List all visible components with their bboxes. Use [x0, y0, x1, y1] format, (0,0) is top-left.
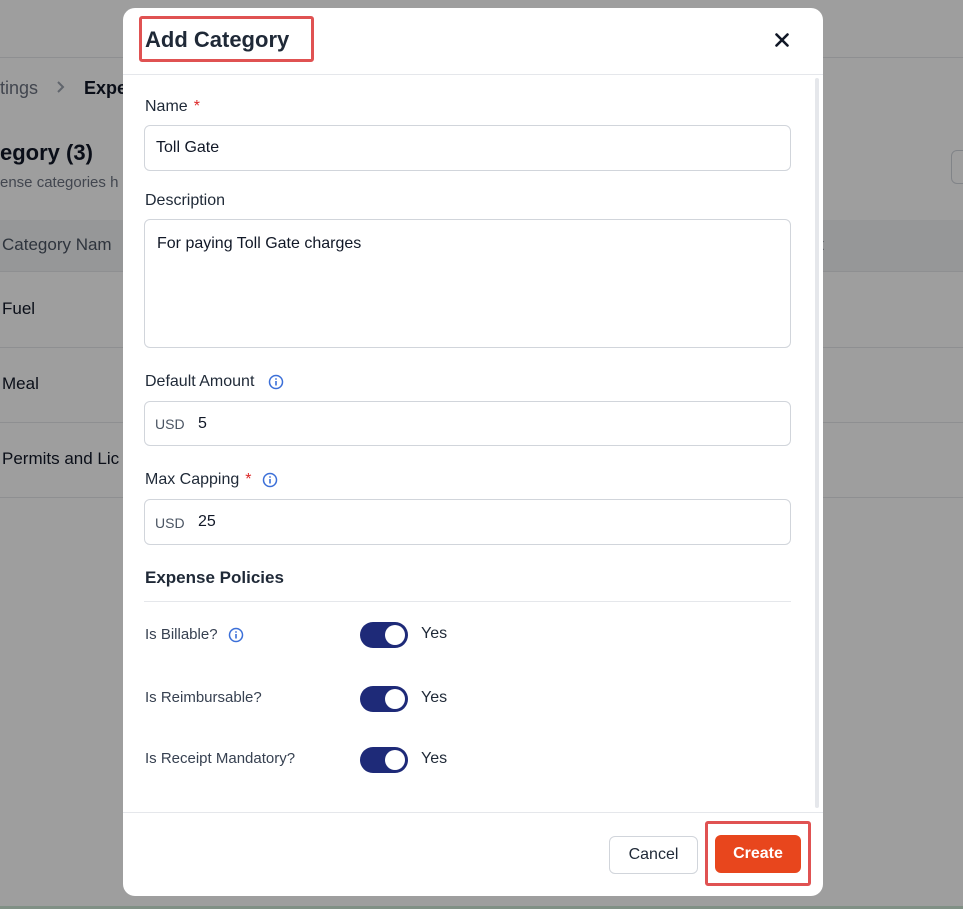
default-amount-input[interactable]: USD 5 — [144, 401, 791, 446]
default-amount-label-text: Default Amount — [145, 373, 255, 390]
max-capping-input[interactable]: USD 25 — [144, 499, 791, 545]
section-divider — [144, 601, 791, 602]
scrollbar-thumb[interactable] — [815, 78, 819, 808]
is-reimbursable-state: Yes — [421, 689, 448, 706]
is-receipt-mandatory-label: Is Receipt Mandatory? — [145, 750, 295, 767]
required-marker: * — [245, 471, 252, 488]
max-capping-value: 25 — [198, 513, 216, 530]
description-label-text: Description — [145, 192, 226, 209]
currency-prefix: USD — [155, 515, 185, 531]
is-receipt-mandatory-label-text: Is Receipt Mandatory? — [145, 750, 296, 767]
description-value: For paying Toll Gate charges — [157, 235, 362, 252]
toggle-knob — [385, 625, 405, 645]
is-reimbursable-toggle[interactable] — [360, 686, 408, 712]
toggle-knob — [385, 750, 405, 770]
cancel-button[interactable]: Cancel — [609, 836, 698, 874]
name-input[interactable]: Toll Gate — [144, 125, 791, 171]
max-capping-label: Max Capping * — [145, 471, 278, 489]
toggle-knob — [385, 689, 405, 709]
dialog-header: Add Category — [123, 8, 823, 75]
name-input-value: Toll Gate — [156, 139, 220, 156]
required-marker: * — [193, 98, 200, 115]
name-label: Name * — [145, 98, 200, 116]
footer-divider — [123, 812, 823, 813]
dialog-scrollbar[interactable] — [813, 76, 821, 811]
is-billable-state: Yes — [421, 625, 448, 642]
description-label: Description — [145, 192, 225, 210]
description-textarea[interactable]: For paying Toll Gate charges — [144, 219, 791, 348]
currency-prefix: USD — [155, 416, 185, 432]
name-label-text: Name — [145, 98, 188, 115]
default-amount-label: Default Amount — [145, 373, 284, 391]
info-icon[interactable] — [262, 472, 278, 488]
is-receipt-mandatory-toggle[interactable] — [360, 747, 408, 773]
is-billable-label: Is Billable? — [145, 626, 244, 643]
add-category-dialog: Add Category Name * Toll Gate Descriptio… — [123, 8, 823, 896]
close-button[interactable] — [768, 28, 796, 56]
is-receipt-mandatory-state: Yes — [421, 750, 448, 767]
info-icon[interactable] — [268, 374, 284, 390]
is-reimbursable-label-text: Is Reimbursable? — [145, 689, 262, 706]
is-billable-toggle[interactable] — [360, 622, 408, 648]
info-icon[interactable] — [228, 627, 244, 643]
expense-policies-heading: Expense Policies — [145, 568, 284, 587]
is-reimbursable-label: Is Reimbursable? — [145, 689, 262, 706]
max-capping-label-text: Max Capping — [145, 471, 240, 488]
is-billable-label-text: Is Billable? — [145, 626, 218, 643]
title-highlight-box — [139, 16, 314, 62]
close-icon — [775, 32, 789, 52]
default-amount-value: 5 — [198, 415, 207, 432]
create-highlight-box — [705, 821, 811, 886]
